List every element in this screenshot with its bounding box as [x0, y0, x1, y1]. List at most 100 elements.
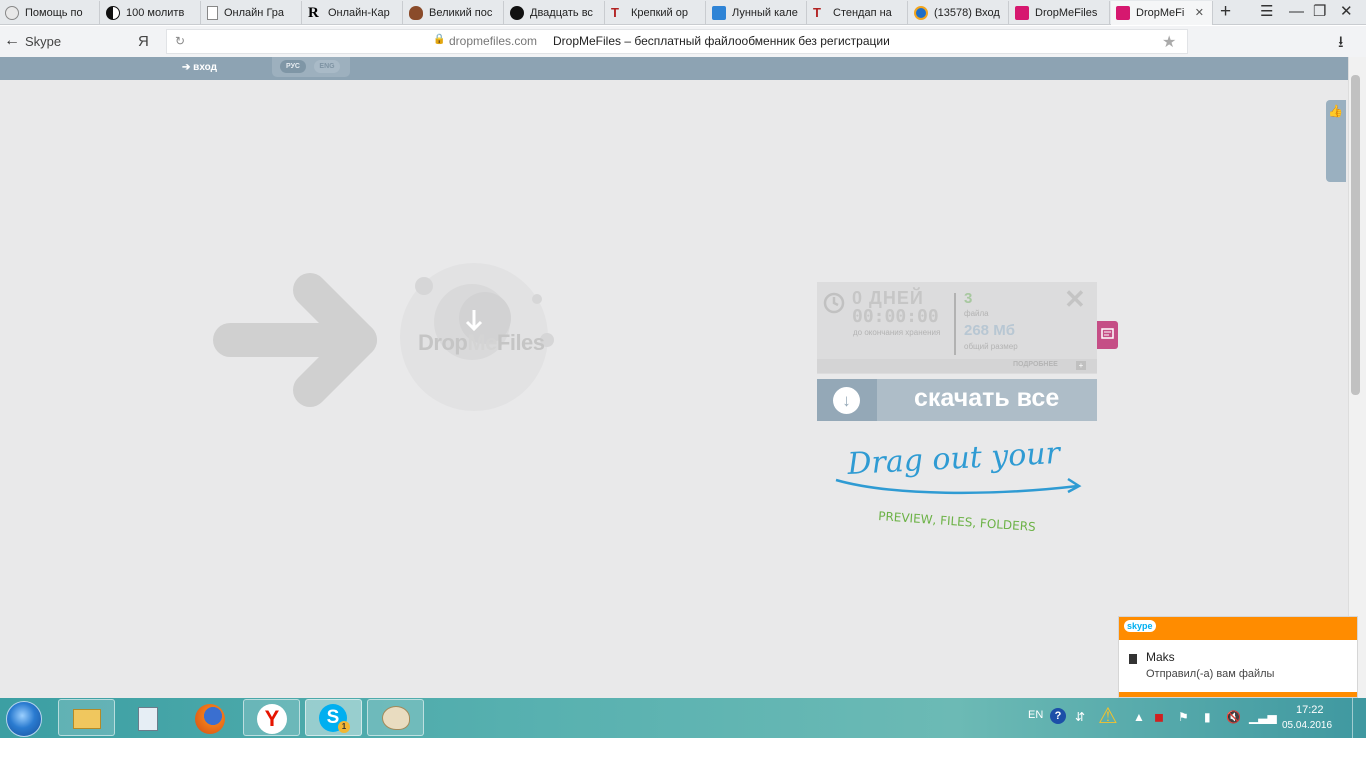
feedback-icon[interactable] [1097, 321, 1118, 349]
tab-help[interactable]: Помощь по [0, 1, 100, 25]
help-icon[interactable]: ? [1050, 708, 1066, 724]
tab-lunar[interactable]: Лунный кале [707, 1, 807, 25]
taskbar-paint[interactable] [367, 699, 424, 736]
warning-icon[interactable]: ⚠ [1098, 703, 1118, 729]
details-link[interactable]: ПОДРОБНЕЕ [1013, 361, 1058, 368]
lang-ru-button[interactable]: РУС [280, 60, 306, 73]
total-size: 268 Мб [964, 322, 1015, 339]
drag-out-hint: Drag out your PREVIEW, FILES, FOLDERS [835, 436, 1082, 532]
scrollbar-thumb[interactable] [1351, 75, 1360, 395]
skype-notification-footer [1119, 692, 1357, 697]
show-desktop-button[interactable] [1352, 698, 1366, 738]
tab-login[interactable]: (13578) Вход [909, 1, 1009, 25]
tab-label: DropMeFiles [1035, 7, 1098, 19]
dropmefiles-icon [1116, 6, 1130, 20]
skype-logo: skype [1124, 620, 1156, 632]
back-to-skype-link[interactable]: Skype [25, 34, 61, 49]
dropzone-wordmark: DropMeFiles [418, 330, 545, 356]
minimize-button[interactable]: — [1289, 3, 1304, 21]
notification-sender[interactable]: Maks [1146, 650, 1175, 664]
wordmark-part: Drop [418, 330, 468, 355]
arrow-right-icon [213, 273, 377, 407]
lang-en-button[interactable]: ENG [314, 60, 340, 73]
keyboard-language[interactable]: EN [1028, 709, 1043, 721]
action-center-icon[interactable]: ⚑ [1178, 710, 1189, 724]
tab-label: Онлайн Гра [224, 7, 285, 19]
tab-prayers[interactable]: 100 молитв [101, 1, 201, 25]
tab-standup[interactable]: T Стендап на [808, 1, 908, 25]
tray-settings-icon[interactable]: ⇵ [1075, 710, 1085, 724]
tab-dropmefiles[interactable]: DropMeFiles [1010, 1, 1110, 25]
clock-time[interactable]: 17:22 [1296, 704, 1324, 716]
tab-twenty[interactable]: Двадцать вс [505, 1, 605, 25]
tab-label: Великий пос [429, 7, 493, 19]
paint-icon [382, 706, 410, 730]
t-red-icon: T [813, 5, 821, 20]
notification-message[interactable]: Отправил(-а) вам файлы [1146, 668, 1274, 680]
reload-icon[interactable]: ↻ [175, 34, 185, 48]
thumbs-up-icon: 👍 [1328, 104, 1343, 118]
plus-icon[interactable]: + [1076, 361, 1086, 370]
taskbar-explorer[interactable] [58, 699, 115, 736]
tab-label: Двадцать вс [530, 7, 593, 19]
tab-online-map[interactable]: R Онлайн-Кар [303, 1, 403, 25]
tab-label: Крепкий ор [631, 7, 688, 19]
taskbar-skype[interactable]: S 1 [305, 699, 362, 736]
network-icon[interactable]: ▁▃▅ [1249, 710, 1277, 724]
tab-online-game[interactable]: Онлайн Гра [202, 1, 302, 25]
address-bar[interactable]: ↻ 🔒 dropmefiles.com DropMeFiles – беспла… [166, 29, 1188, 54]
wordmark-part: Me [467, 330, 497, 355]
firefox-icon [195, 704, 225, 734]
drag-hint-subtitle: PREVIEW, FILES, FOLDERS [878, 509, 1036, 532]
tab-label: (13578) Вход [934, 7, 1000, 19]
storage-caption: до окончания хранения [853, 328, 941, 337]
language-switcher: РУС ENG [272, 57, 350, 77]
volume-muted-icon[interactable]: 🔇 [1226, 710, 1241, 724]
file-count: 3 [964, 290, 973, 307]
tab-great-lent[interactable]: Великий пос [404, 1, 504, 25]
bookmark-star-icon[interactable]: ★ [1162, 32, 1176, 52]
skype-badge: 1 [338, 721, 350, 733]
file-icon [1129, 654, 1137, 664]
taskbar-calculator[interactable] [119, 699, 176, 736]
lock-icon[interactable]: 🔒 [433, 34, 445, 45]
yandex-browser-icon: Y [257, 704, 287, 734]
taskbar-yandex-browser[interactable]: Y [243, 699, 300, 736]
drag-hint-title: Drag out your [846, 436, 1063, 482]
storage-timer: 00:00:00 [852, 306, 939, 327]
screen: Помощь по 100 молитв Онлайн Гра R Онлайн… [0, 0, 1366, 768]
site-header: ➔ вход РУС ENG [0, 57, 1348, 80]
tab-dropmefiles-active[interactable]: DropMeFi ✕ [1111, 1, 1213, 25]
download-all-label[interactable]: скачать все [914, 384, 1059, 413]
yandex-home-button[interactable]: Я [138, 33, 149, 50]
tab-label: Лунный кале [732, 7, 798, 19]
tab-label: Помощь по [25, 7, 83, 19]
address-toolbar: ← Skype Я ↻ 🔒 dropmefiles.com DropMeFile… [0, 26, 1366, 57]
tab-strong[interactable]: T Крепкий ор [606, 1, 706, 25]
login-link[interactable]: ➔ вход [182, 62, 217, 73]
clock-date[interactable]: 05.04.2016 [1282, 720, 1332, 731]
downloads-icon[interactable]: ⭳ [1338, 31, 1344, 58]
start-button[interactable] [6, 701, 42, 737]
antivirus-icon[interactable]: ◼ [1154, 710, 1164, 724]
new-tab-button[interactable]: + [1220, 2, 1231, 22]
tab-close-icon[interactable]: ✕ [1195, 6, 1204, 19]
t-red-icon: T [611, 5, 619, 20]
menu-icon[interactable]: ☰ [1260, 3, 1273, 21]
tab-label: DropMeFi [1136, 7, 1185, 19]
battery-icon[interactable]: ▮ [1204, 710, 1211, 724]
tab-label: Онлайн-Кар [328, 7, 390, 19]
moon-icon [510, 6, 524, 20]
taskbar-firefox[interactable] [181, 699, 238, 736]
odnoklassniki-icon [914, 6, 928, 20]
back-arrow-icon[interactable]: ← [4, 32, 20, 50]
close-window-button[interactable]: ✕ [1340, 3, 1353, 21]
close-icon[interactable]: ✕ [1064, 284, 1086, 314]
person-icon [712, 6, 726, 20]
download-arrow-icon[interactable]: ↓ [833, 387, 860, 414]
restore-button[interactable]: ❐ [1313, 3, 1326, 21]
show-hidden-icons[interactable]: ▲ [1133, 710, 1145, 724]
explorer-icon [73, 709, 101, 729]
clock-icon [823, 292, 845, 314]
browser-tab-strip: Помощь по 100 молитв Онлайн Гра R Онлайн… [0, 0, 1366, 25]
